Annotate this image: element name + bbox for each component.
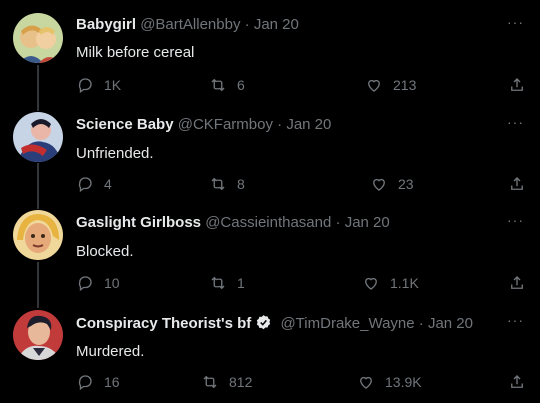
dot-separator: · [244,16,250,33]
retweet-icon [211,78,225,92]
display-name[interactable]: Science Baby [76,116,174,133]
dot-separator: · [277,116,283,133]
action-bar: 16 812 13.9K [76,373,526,395]
retweet-count: 812 [229,374,253,390]
action-bar: 4 8 23 [76,175,526,197]
share-icon [511,375,523,388]
more-icon[interactable]: ··· [507,312,524,328]
share-icon [511,276,523,289]
more-icon[interactable]: ··· [507,212,524,228]
dot-separator: · [418,315,424,332]
display-name[interactable]: Gaslight Girlboss [76,214,201,231]
retweet-button[interactable]: 8 [209,175,245,193]
retweet-button[interactable]: 6 [209,76,245,94]
action-bar: 1K 6 213 [76,76,526,98]
heart-icon [368,79,380,92]
avatar[interactable] [13,310,63,360]
tweet-text: Blocked. [76,243,134,260]
tweet-text: Unfriended. [76,145,154,162]
tweet[interactable]: Science Baby @CKFarmboy · Jan 20 ··· Unf… [0,100,540,198]
tweet-text: Murdered. [76,343,145,360]
reply-count: 1K [104,77,122,93]
tweet[interactable]: Conspiracy Theorist's bf @TimDrake_Wayne… [0,298,540,403]
share-button[interactable] [508,76,536,94]
tweet[interactable]: Gaslight Girlboss @Cassieinthasand · Jan… [0,198,540,298]
tweet-header: Babygirl @BartAllenbby · Jan 20 [76,16,299,33]
timestamp[interactable]: Jan 20 [286,116,331,133]
share-button[interactable] [508,274,536,292]
more-icon[interactable]: ··· [507,114,524,130]
avatar[interactable] [13,210,63,260]
heart-icon [373,178,385,191]
reply-icon [78,276,92,292]
reply-button[interactable]: 1K [76,76,121,94]
heart-icon [360,376,372,389]
share-button[interactable] [508,175,536,193]
like-button[interactable]: 23 [370,175,414,193]
action-bar: 10 1 1.1K [76,274,526,296]
retweet-count: 6 [237,77,245,93]
tweet-header: Gaslight Girlboss @Cassieinthasand · Jan… [76,214,390,231]
like-button[interactable]: 213 [365,76,416,94]
reply-button[interactable]: 16 [76,373,120,391]
timestamp[interactable]: Jan 20 [428,315,473,332]
more-icon[interactable]: ··· [507,14,524,30]
like-button[interactable]: 1.1K [362,274,419,292]
verified-badge-icon [257,315,271,330]
timestamp[interactable]: Jan 20 [345,214,390,231]
tweet-header: Conspiracy Theorist's bf @TimDrake_Wayne… [76,314,473,332]
retweet-count: 8 [237,176,245,192]
retweet-icon [211,276,225,290]
reply-icon [78,375,92,391]
handle[interactable]: @CKFarmboy [178,116,273,133]
display-name[interactable]: Babygirl [76,16,136,33]
share-icon [511,78,523,91]
handle[interactable]: @BartAllenbby [140,16,240,33]
share-button[interactable] [508,373,536,391]
tweet-header: Science Baby @CKFarmboy · Jan 20 [76,116,331,133]
like-button[interactable]: 13.9K [357,373,422,391]
like-count: 213 [393,77,417,93]
dot-separator: · [335,214,341,231]
avatar[interactable] [13,112,63,162]
tweet[interactable]: Babygirl @BartAllenbby · Jan 20 ··· Milk… [0,0,540,100]
like-count: 23 [398,176,414,192]
reply-icon [78,177,92,193]
retweet-count: 1 [237,275,245,291]
reply-count: 4 [104,176,112,192]
retweet-button[interactable]: 812 [201,373,252,391]
retweet-icon [203,375,217,389]
retweet-button[interactable]: 1 [209,274,245,292]
display-name[interactable]: Conspiracy Theorist's bf [76,315,251,332]
like-count: 1.1K [390,275,419,291]
reply-count: 10 [104,275,120,291]
handle[interactable]: @TimDrake_Wayne [280,315,414,332]
reply-count: 16 [104,374,120,390]
timestamp[interactable]: Jan 20 [254,16,299,33]
tweet-text: Milk before cereal [76,44,195,61]
avatar[interactable] [13,13,63,63]
retweet-icon [211,177,225,191]
share-icon [511,177,523,190]
reply-icon [78,78,92,94]
reply-button[interactable]: 10 [76,274,120,292]
like-count: 13.9K [385,374,422,390]
handle[interactable]: @Cassieinthasand [205,214,331,231]
reply-button[interactable]: 4 [76,175,112,193]
heart-icon [365,277,377,290]
